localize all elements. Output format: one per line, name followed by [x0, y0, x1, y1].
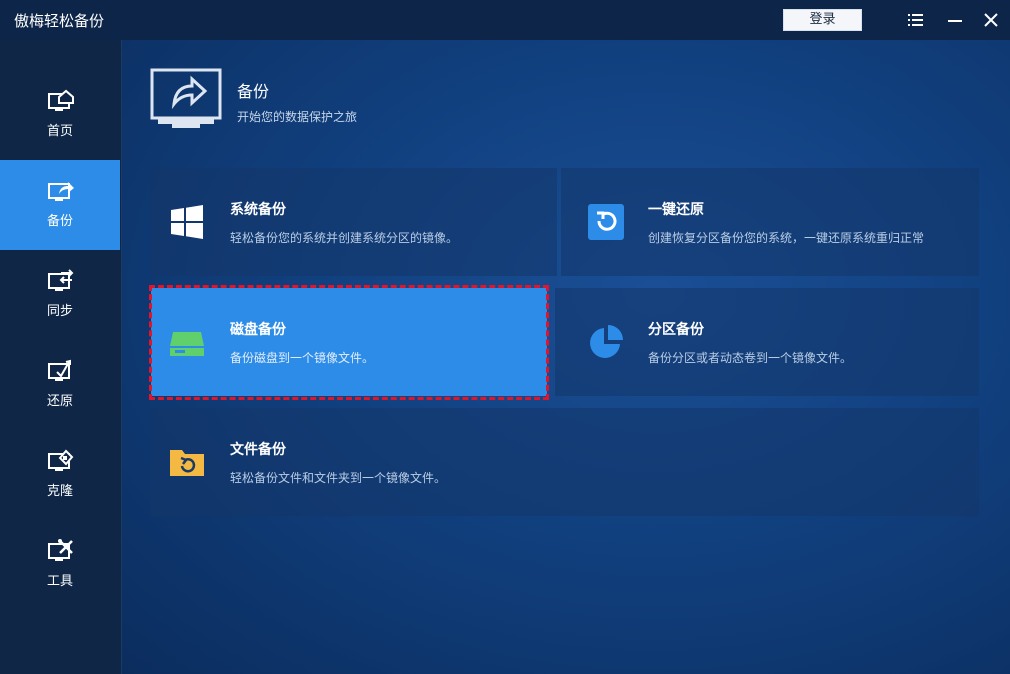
disk-backup-card[interactable]: 磁盘备份 备份磁盘到一个镜像文件。: [151, 288, 547, 396]
close-icon[interactable]: [981, 10, 1001, 30]
card-description: 备份分区或者动态卷到一个镜像文件。: [648, 351, 853, 365]
card-description: 创建恢复分区备份您的系统，一键还原系统重归正常: [648, 231, 925, 245]
menu-icon[interactable]: [905, 10, 925, 30]
file-backup-card[interactable]: 文件备份 轻松备份文件和文件夹到一个镜像文件。: [151, 408, 979, 516]
clone-monitor-icon: [47, 448, 75, 476]
one-key-restore-icon: [588, 204, 624, 240]
sidebar-item-label: 同步: [46, 304, 73, 319]
card-description: 备份磁盘到一个镜像文件。: [230, 351, 375, 365]
sidebar-item-label: 工具: [46, 574, 73, 589]
sidebar-item-clone[interactable]: 克隆: [0, 430, 120, 520]
partition-backup-card[interactable]: 分区备份 备份分区或者动态卷到一个镜像文件。: [555, 288, 979, 396]
tools-monitor-icon: [47, 538, 75, 566]
sidebar-item-label: 克隆: [46, 484, 73, 499]
restore-monitor-icon: [47, 358, 75, 386]
sidebar-item-label: 首页: [46, 124, 73, 139]
card-title: 分区备份: [648, 322, 704, 338]
sidebar-item-restore[interactable]: 还原: [0, 340, 120, 430]
app-title: 傲梅轻松备份: [14, 12, 105, 30]
sidebar-item-backup[interactable]: 备份: [0, 160, 120, 250]
windows-icon: [169, 204, 205, 240]
file-folder-icon: [169, 444, 205, 480]
sidebar-item-tools[interactable]: 工具: [0, 520, 120, 610]
sidebar-item-label: 备份: [46, 214, 73, 229]
sidebar-item-label: 还原: [46, 394, 73, 409]
card-title: 一键还原: [648, 202, 704, 218]
sidebar-item-home[interactable]: 首页: [0, 70, 120, 160]
sync-monitor-icon: [47, 268, 75, 296]
page-title: 备份: [237, 82, 270, 101]
card-title: 文件备份: [230, 442, 286, 458]
card-description: 轻松备份文件和文件夹到一个镜像文件。: [230, 471, 447, 485]
sidebar: 首页 备份 同步 还原 克隆 工具: [0, 40, 122, 674]
card-title: 系统备份: [230, 202, 286, 218]
login-button[interactable]: 登录: [783, 9, 862, 31]
sidebar-item-sync[interactable]: 同步: [0, 250, 120, 340]
main-panel: 备份 开始您的数据保护之旅 系统备份 轻松备份您的系统并创建系统分区的镜像。 一…: [122, 40, 1010, 674]
home-monitor-icon: [47, 88, 75, 116]
disk-icon: [169, 324, 205, 360]
partition-pie-icon: [588, 324, 624, 360]
minimize-icon[interactable]: [945, 10, 965, 30]
title-bar: 傲梅轻松备份 登录: [0, 0, 1010, 40]
backup-monitor-icon: [47, 178, 75, 206]
system-backup-card[interactable]: 系统备份 轻松备份您的系统并创建系统分区的镜像。: [151, 168, 557, 276]
card-title: 磁盘备份: [230, 322, 286, 338]
one-key-restore-card[interactable]: 一键还原 创建恢复分区备份您的系统，一键还原系统重归正常: [561, 168, 979, 276]
backup-monitor-large-icon: [150, 68, 224, 130]
card-description: 轻松备份您的系统并创建系统分区的镜像。: [230, 231, 459, 245]
page-subtitle: 开始您的数据保护之旅: [237, 110, 358, 124]
